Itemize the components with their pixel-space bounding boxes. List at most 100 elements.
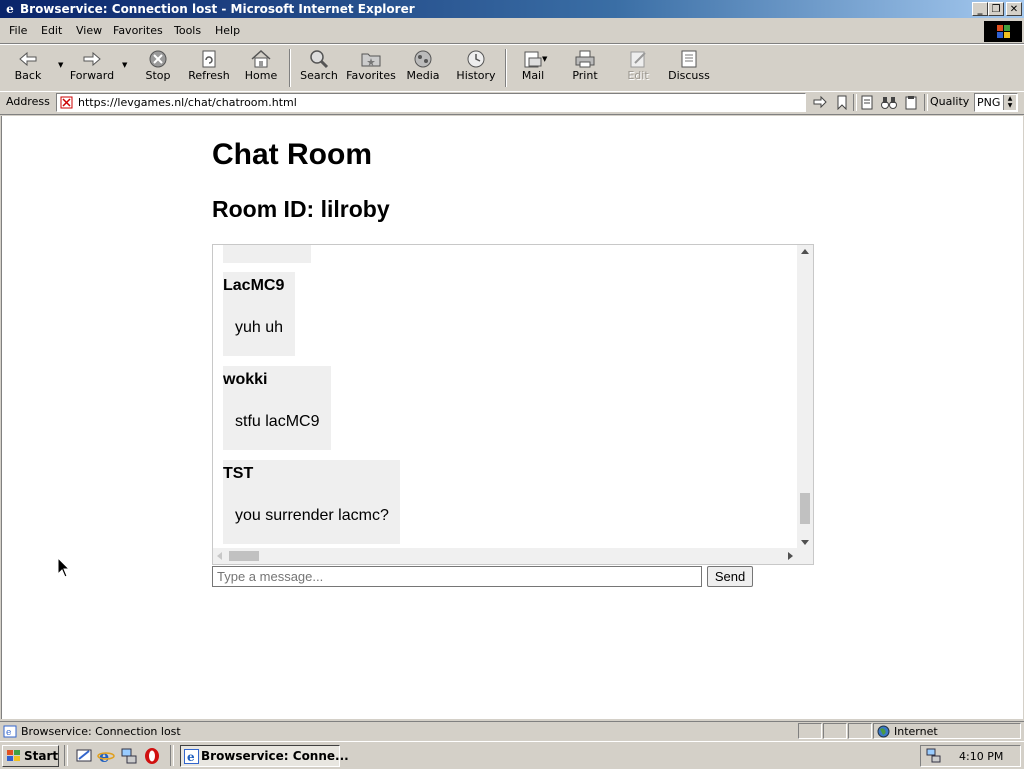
menu-help[interactable]: Help (215, 24, 240, 37)
windows-logo-icon (984, 21, 1022, 42)
scroll-up-icon[interactable] (801, 249, 809, 254)
svg-text:e: e (99, 747, 109, 765)
zone-text: Internet (894, 725, 938, 738)
clock[interactable]: 4:10 PM (959, 750, 1003, 763)
find-page-icon[interactable] (860, 95, 874, 110)
show-desktop-icon[interactable] (75, 747, 93, 765)
quality-label: Quality (930, 95, 970, 108)
message-item: wokki stfu lacMC9 (223, 366, 331, 450)
message-input[interactable] (212, 566, 702, 587)
toolbar-separator (289, 49, 291, 87)
message-username: wokki (223, 371, 268, 388)
menu-favorites[interactable]: Favorites (113, 24, 163, 37)
address-url: https://levgames.nl/chat/chatroom.html (78, 96, 297, 109)
mail-dropdown-icon[interactable]: ▼ (542, 55, 547, 63)
message-text: stfu lacMC9 (235, 413, 320, 430)
standard-toolbar: Back ▼ Forward ▼ Stop Refresh Home Searc… (0, 44, 1024, 92)
close-button[interactable]: ✕ (1006, 2, 1022, 16)
taskbar: Start e e Browservice: Conne... 4:10 PM (0, 741, 1024, 769)
discuss-icon (681, 50, 697, 68)
media-icon (414, 50, 432, 68)
svg-text:e: e (187, 750, 195, 764)
menu-view[interactable]: View (76, 24, 102, 37)
quality-select[interactable]: PNG ▲ ▼ (974, 93, 1018, 112)
mail-icon (524, 51, 542, 68)
ie-icon: e (6, 2, 14, 16)
favorites-button[interactable]: Favorites (346, 45, 396, 91)
home-button[interactable]: Home (242, 45, 280, 91)
home-icon (251, 49, 271, 68)
back-button[interactable]: Back (8, 45, 48, 91)
tray-network-icon[interactable] (926, 748, 942, 764)
forward-dropdown-icon[interactable]: ▼ (122, 61, 127, 69)
ie-launch-icon[interactable]: e (97, 747, 115, 765)
back-label: Back (14, 69, 42, 82)
opera-icon[interactable] (143, 747, 161, 765)
edit-label: Edit (627, 69, 649, 82)
message-username: LacMC9 (223, 277, 285, 294)
scroll-left-icon[interactable] (217, 552, 222, 560)
printer-icon (575, 50, 595, 68)
print-label: Print (572, 69, 598, 82)
binoculars-icon[interactable] (881, 95, 897, 110)
history-button[interactable]: History (454, 45, 498, 91)
back-arrow-icon (19, 51, 37, 67)
message-text: yuh uh (235, 319, 284, 336)
send-button[interactable]: Send (707, 566, 753, 587)
discuss-button[interactable]: Discuss (666, 45, 712, 91)
vertical-scrollbar[interactable] (797, 245, 813, 549)
go-arrow-icon[interactable] (812, 95, 828, 109)
mouse-cursor-icon (57, 557, 71, 578)
status-pane (848, 723, 872, 739)
search-label: Search (300, 69, 338, 82)
start-button[interactable]: Start (2, 745, 59, 767)
mail-button[interactable]: Mail (514, 45, 552, 91)
forward-button[interactable]: Forward (68, 45, 116, 91)
network-icon[interactable] (120, 747, 138, 765)
home-label: Home (244, 69, 278, 82)
vertical-scroll-thumb[interactable] (800, 493, 810, 524)
edit-button[interactable]: Edit (620, 45, 656, 91)
stop-icon (149, 50, 167, 68)
taskbar-separator (170, 745, 174, 766)
page-title: Chat Room (212, 138, 372, 171)
status-bar: e Browservice: Connection lost Internet (0, 721, 1024, 741)
horizontal-scroll-thumb[interactable] (229, 551, 259, 561)
refresh-icon (202, 50, 216, 68)
scroll-right-icon[interactable] (788, 552, 793, 560)
history-label: History (456, 69, 496, 82)
scroll-down-icon[interactable] (801, 540, 809, 545)
refresh-button[interactable]: Refresh (186, 45, 232, 91)
media-button[interactable]: Media (404, 45, 442, 91)
horizontal-scrollbar[interactable] (213, 548, 813, 564)
menu-bar: File Edit View Favorites Tools Help (0, 19, 1024, 44)
status-text: Browservice: Connection lost (21, 725, 181, 738)
chat-messages-box[interactable]: LacMC9 yuh uh wokki stfu lacMC9 TST you … (212, 244, 814, 565)
message-text: you surrender lacmc? (235, 507, 389, 524)
taskbar-separator (64, 745, 68, 766)
bookmark-icon[interactable] (835, 95, 849, 110)
menu-file[interactable]: File (9, 24, 27, 37)
menu-edit[interactable]: Edit (41, 24, 62, 37)
menu-tools[interactable]: Tools (174, 24, 201, 37)
svg-text:e: e (6, 728, 11, 738)
quality-value: PNG (977, 96, 1001, 109)
favorites-label: Favorites (346, 69, 396, 82)
print-button[interactable]: Print (566, 45, 604, 91)
stop-label: Stop (145, 69, 171, 82)
taskbar-item-label: Browservice: Conne... (201, 749, 349, 763)
address-field[interactable]: https://levgames.nl/chat/chatroom.html (56, 93, 806, 112)
minimize-button[interactable]: _ (972, 2, 988, 16)
stop-button[interactable]: Stop (140, 45, 176, 91)
search-icon (310, 50, 329, 69)
message-item: TST you surrender lacmc? (223, 460, 400, 544)
back-dropdown-icon[interactable]: ▼ (58, 61, 63, 69)
restore-button[interactable]: ❐ (988, 2, 1004, 16)
quality-spinner-icon[interactable]: ▲ ▼ (1003, 95, 1016, 110)
taskbar-item-browser[interactable]: e Browservice: Conne... (180, 745, 349, 767)
page-content: Chat Room Room ID: lilroby LacMC9 yuh uh… (1, 116, 1023, 719)
clipboard-icon[interactable] (904, 95, 918, 110)
mail-label: Mail (521, 69, 545, 82)
search-button[interactable]: Search (298, 45, 340, 91)
windows-flag-icon (7, 750, 20, 761)
